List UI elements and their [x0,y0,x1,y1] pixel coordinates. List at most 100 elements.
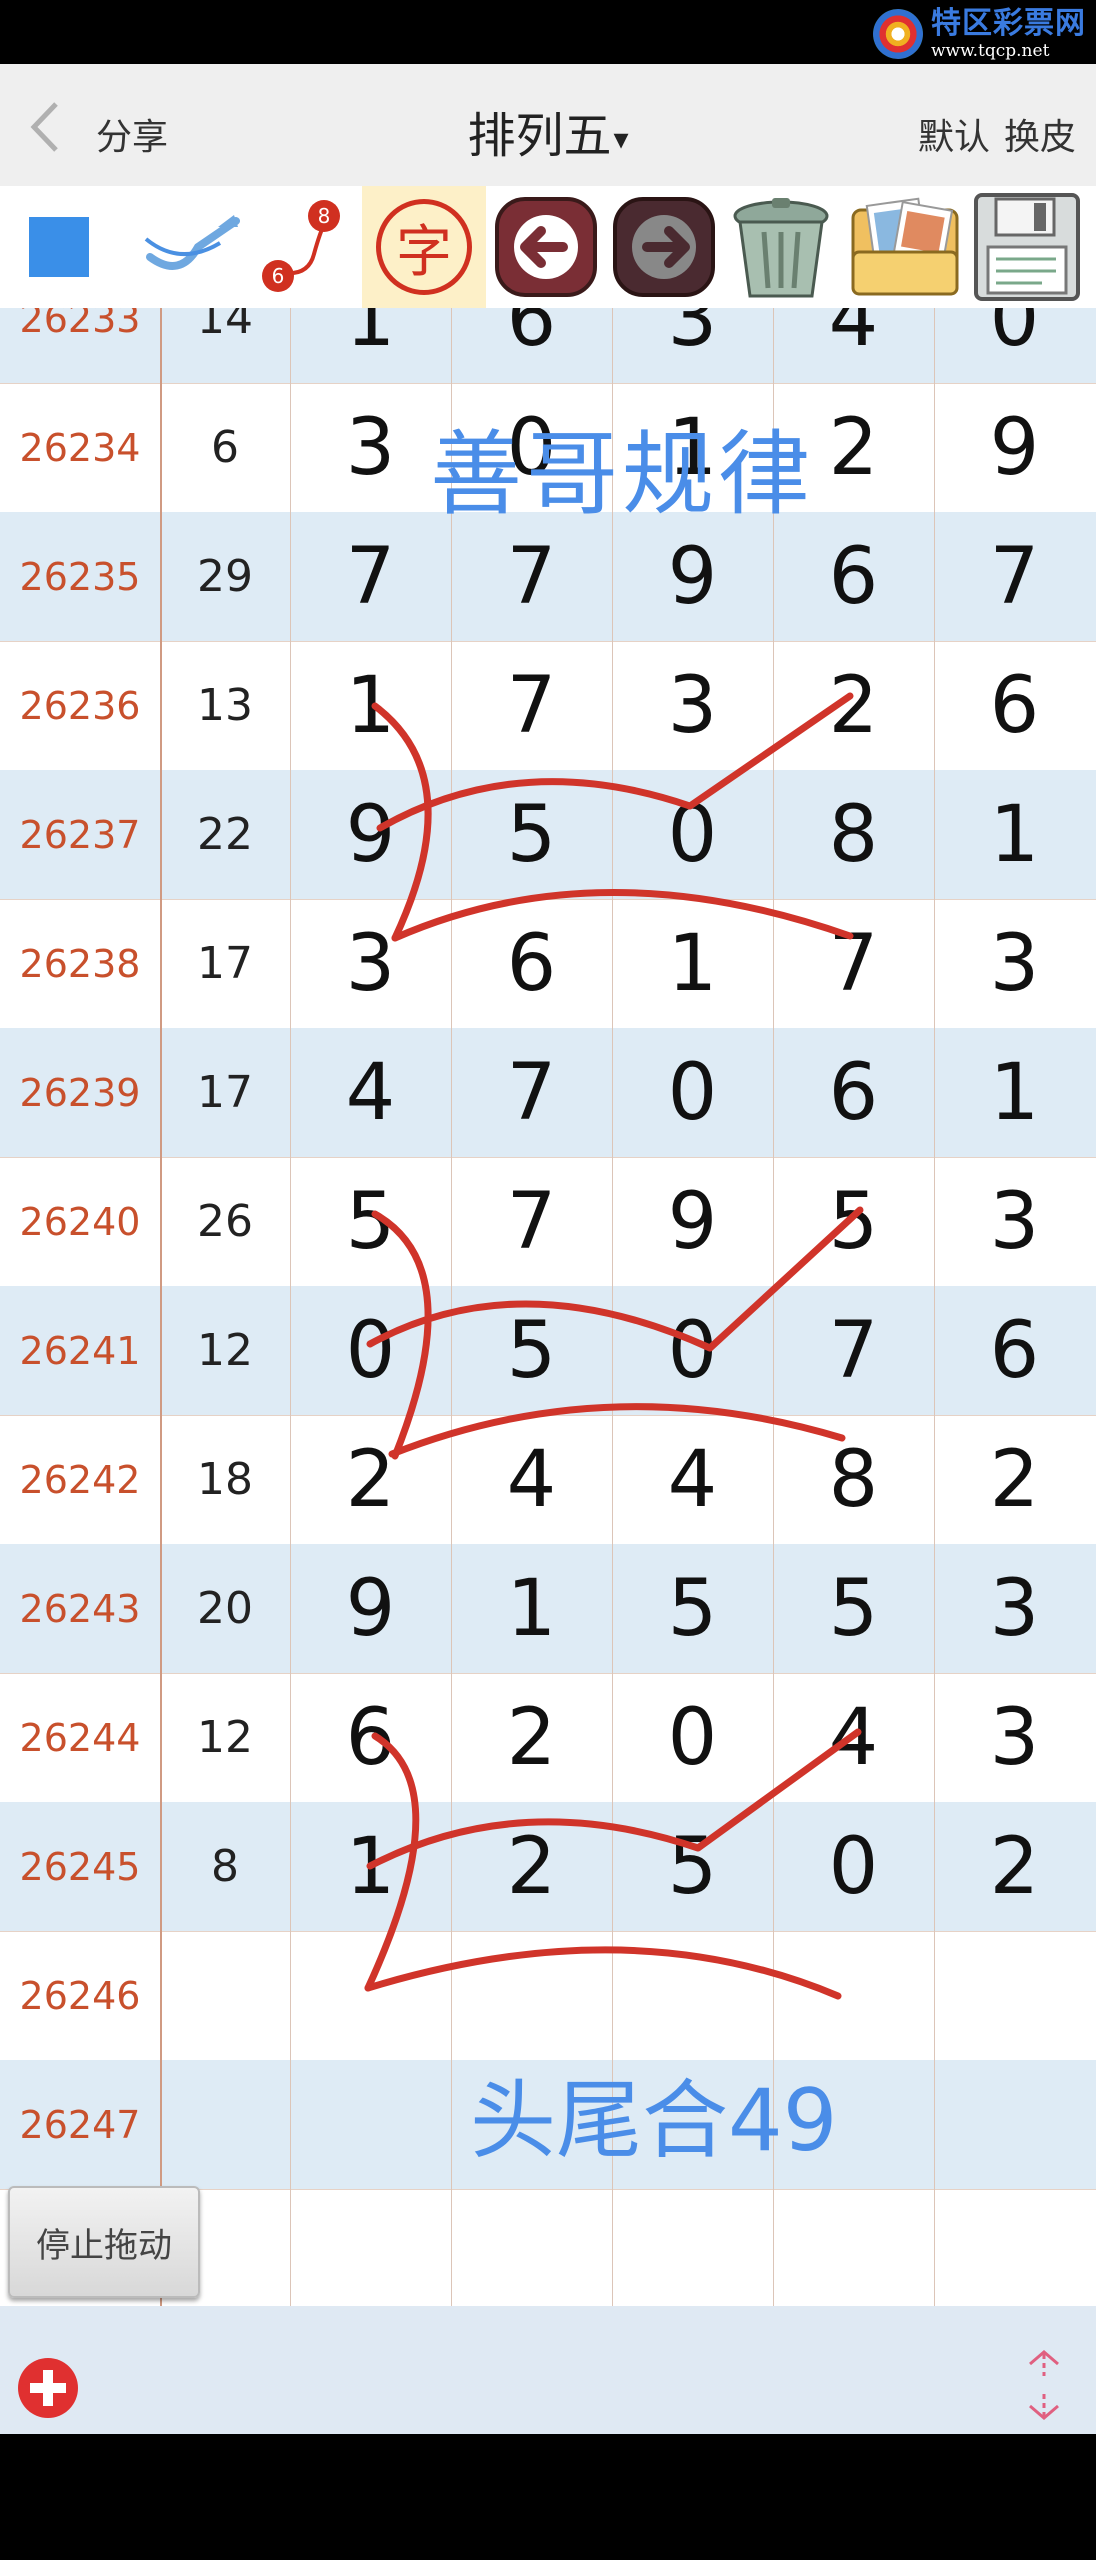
digit-cell[interactable]: 1 [612,899,773,1028]
digit-cell[interactable]: 3 [934,899,1095,1028]
number-badge-icon[interactable]: 8 6 [252,186,352,308]
digit-cell[interactable]: 2 [934,1802,1095,1931]
digit-cell[interactable]: 0 [612,1286,773,1415]
redo-icon[interactable] [608,186,720,308]
digit-cell[interactable]: 2 [934,1415,1095,1544]
digit-cell[interactable]: 3 [290,383,451,512]
digit-cell[interactable]: 6 [451,308,612,383]
digit-cell[interactable]: 6 [934,1286,1095,1415]
column-divider [290,308,291,2306]
save-floppy-icon[interactable] [968,186,1086,308]
table-row: 26236 13 1 7 3 2 6 [0,641,1096,774]
undo-icon[interactable] [490,186,602,308]
picture-folder-icon[interactable] [844,186,966,308]
digit-cell[interactable]: 4 [612,1415,773,1544]
text-tool-button[interactable]: 字 [362,186,486,308]
digit-cell[interactable]: 1 [290,641,451,770]
digit-cell[interactable]: 6 [451,899,612,1028]
digit-cell[interactable]: 1 [451,1544,612,1673]
digit-cell[interactable]: 0 [290,1286,451,1415]
digit-cell[interactable]: 1 [290,1802,451,1931]
digit-cell[interactable]: 7 [773,1286,934,1415]
digit-cell[interactable]: 5 [612,1544,773,1673]
digit-cell[interactable]: 0 [612,1028,773,1157]
table-row: 26237 22 9 5 0 8 1 [0,770,1096,900]
digit-sum: 17 [197,1067,253,1118]
digit-cell[interactable] [773,1931,934,2060]
digit-cell[interactable]: 7 [451,641,612,770]
digit-cell[interactable]: 7 [773,899,934,1028]
digit-cell[interactable]: 5 [290,1157,451,1286]
draw-table[interactable]: 26233 14 1 6 3 4 0 26234 6 3 0 1 2 9 26235 29 7 7 9 6 7 26236… [0,308,1096,2306]
digit-cell[interactable]: 1 [290,308,451,383]
digit-cell[interactable]: 5 [451,1286,612,1415]
digit-cell[interactable]: 2 [451,1673,612,1802]
digit-cell[interactable]: 0 [612,1673,773,1802]
trash-icon[interactable] [722,186,840,308]
drawing-toolbar: 8 6 字 [0,186,1096,308]
digit-cell[interactable]: 9 [612,1157,773,1286]
digit-cell[interactable] [290,2189,451,2306]
digit-cell[interactable] [451,1931,612,2060]
digit-cell[interactable]: 3 [934,1673,1095,1802]
digit-cell[interactable] [934,2189,1095,2306]
table-row: 26245 8 1 2 5 0 2 [0,1802,1096,1932]
digit-cell[interactable]: 2 [290,1415,451,1544]
digit-cell[interactable]: 8 [773,1415,934,1544]
stop-drag-button[interactable]: 停止拖动 [8,2186,200,2298]
digit-cell[interactable]: 7 [290,512,451,641]
digit-cell[interactable]: 1 [934,1028,1095,1157]
digit-cell[interactable] [290,1931,451,2060]
digit-cell[interactable]: 4 [773,308,934,383]
digit-cell[interactable]: 7 [451,1157,612,1286]
issue-number: 26235 [19,554,141,599]
digit-cell[interactable] [773,2189,934,2306]
digit-cell[interactable]: 4 [451,1415,612,1544]
digit-cell[interactable]: 6 [773,1028,934,1157]
digit-cell[interactable]: 9 [290,770,451,899]
digit-cell[interactable]: 8 [773,770,934,899]
digit-cell[interactable]: 6 [290,1673,451,1802]
digit-cell[interactable]: 1 [934,770,1095,899]
digit-cell[interactable]: 9 [290,1544,451,1673]
digit-cell[interactable] [451,2189,612,2306]
digit-cell[interactable]: 7 [451,1028,612,1157]
digit-cell[interactable]: 6 [934,641,1095,770]
color-square-icon[interactable] [14,186,104,308]
digit-cell[interactable]: 0 [612,770,773,899]
add-icon[interactable] [16,2356,80,2424]
digit-cell[interactable]: 2 [451,1802,612,1931]
digit-cell[interactable] [612,2189,773,2306]
digit-sum: 6 [211,422,239,473]
digit-cell[interactable]: 5 [451,770,612,899]
digit-cell[interactable]: 7 [934,512,1095,641]
digit-cell[interactable]: 5 [612,1802,773,1931]
digit-cell[interactable]: 0 [934,308,1095,383]
digit-cell[interactable] [290,2060,451,2189]
digit-cell[interactable]: 0 [773,1802,934,1931]
default-button[interactable]: 默认 [918,117,990,158]
digit-cell[interactable]: 3 [934,1544,1095,1673]
pen-check-icon[interactable] [136,186,248,308]
digit-cell[interactable]: 3 [612,308,773,383]
digit-cell[interactable] [934,1931,1095,2060]
table-row: 26239 17 4 7 0 6 1 [0,1028,1096,1158]
digit-cell[interactable]: 3 [612,641,773,770]
digit-sum: 12 [197,1325,253,1376]
digit-cell[interactable]: 4 [773,1673,934,1802]
digit-cell[interactable] [934,2060,1095,2189]
issue-number: 26245 [19,1844,141,1889]
digit-cell[interactable]: 2 [773,641,934,770]
digit-cell[interactable]: 9 [934,383,1095,512]
digit-cell[interactable]: 4 [290,1028,451,1157]
expand-collapse-icon[interactable] [1022,2348,1066,2426]
digit-cell[interactable]: 5 [773,1544,934,1673]
digit-cell[interactable] [612,1931,773,2060]
digit-cell[interactable]: 5 [773,1157,934,1286]
table-row: 26244 12 6 2 0 4 3 [0,1673,1096,1806]
skin-button[interactable]: 换皮 [1004,117,1076,158]
watermark-name: 特区彩票网 [931,5,1086,41]
digit-cell[interactable]: 3 [290,899,451,1028]
column-divider [451,308,452,2306]
digit-cell[interactable]: 3 [934,1157,1095,1286]
